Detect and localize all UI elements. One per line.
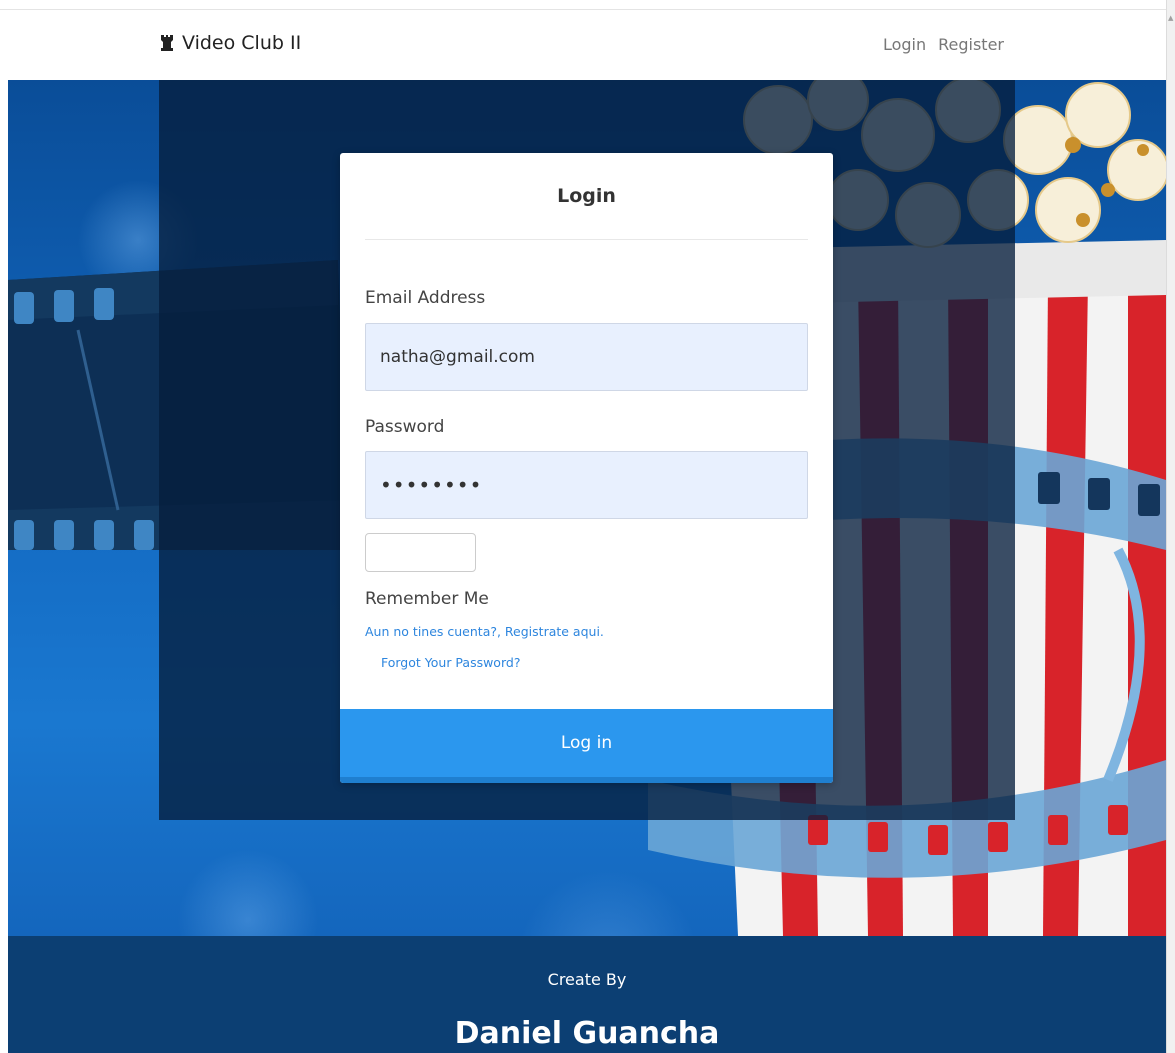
nav-register-link[interactable]: Register <box>938 35 1004 54</box>
window-top-edge <box>0 0 1175 10</box>
brand-name: Video Club II <box>182 32 302 54</box>
forgot-password-link[interactable]: Forgot Your Password? <box>381 655 520 670</box>
vertical-scrollbar[interactable]: ▲ <box>1166 0 1175 1053</box>
login-title: Login <box>557 185 616 207</box>
password-input[interactable] <box>365 451 808 519</box>
footer: Create By Daniel Guancha <box>8 936 1166 1053</box>
remember-me-label: Remember Me <box>365 589 489 609</box>
title-divider <box>365 239 808 240</box>
email-input[interactable] <box>365 323 808 391</box>
login-card: Login Email Address Password Remember Me… <box>340 153 833 783</box>
brand-link[interactable]: Video Club II <box>160 32 301 54</box>
login-submit-button[interactable]: Log in <box>340 709 833 783</box>
register-link[interactable]: Aun no tines cuenta?, Registrate aqui. <box>365 624 604 639</box>
scroll-up-arrow-icon[interactable]: ▲ <box>1168 14 1173 22</box>
email-label: Email Address <box>365 288 486 308</box>
nav-links: Login Register <box>883 35 1004 54</box>
nav-login-link[interactable]: Login <box>883 35 926 54</box>
footer-author-name: Daniel Guancha <box>454 1016 720 1051</box>
remember-me-checkbox[interactable] <box>365 533 476 572</box>
password-label: Password <box>365 417 445 437</box>
footer-caption: Create By <box>547 970 627 989</box>
navbar: Video Club II Login Register <box>8 10 1166 80</box>
rook-icon <box>161 35 173 51</box>
